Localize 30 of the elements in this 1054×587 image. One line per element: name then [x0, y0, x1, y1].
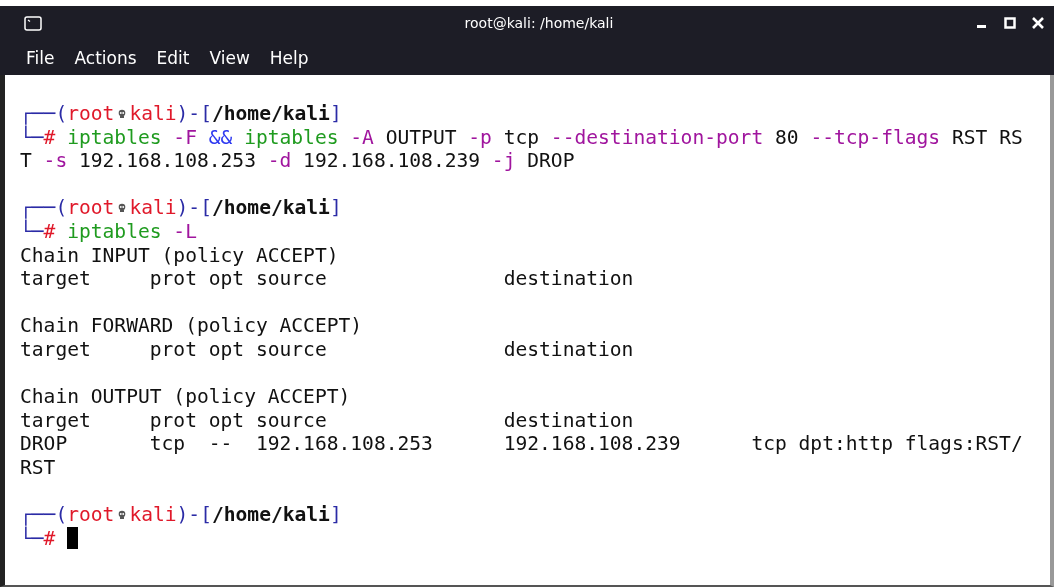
- output-line: Chain FORWARD (policy ACCEPT): [20, 314, 363, 338]
- prompt-location: kali)-[/home/kali]: [129, 102, 342, 126]
- menu-item[interactable]: Actions: [74, 47, 147, 68]
- output-line: target prot opt source destination: [20, 337, 634, 362]
- prompt-user: ┌──(root: [20, 503, 115, 527]
- output-line: DROP tcp -- 192.168.108.253 192.168.108.239 tcp dpt:http flags:RST/: [20, 432, 1023, 456]
- prompt-location: kali)-[/home/kali]: [129, 503, 342, 527]
- terminal-icon: [24, 15, 42, 31]
- skull-icon: [117, 108, 128, 119]
- prompt-location: kali)-[/home/kali]: [129, 196, 342, 220]
- command-line: └─# iptables -F && iptables -A OUTPUT -p tcp --destination-port 80 --tcp-flags RST RS: [20, 125, 1023, 150]
- menu-item[interactable]: Edit: [156, 47, 200, 68]
- prompt-user: ┌──(root: [20, 196, 115, 220]
- output-line: target prot opt source destination: [20, 408, 634, 433]
- menu-item[interactable]: Help: [269, 47, 319, 68]
- menu-item[interactable]: View: [209, 47, 260, 68]
- output-line: RST: [20, 455, 56, 480]
- command-line: └─# iptables -L: [20, 219, 197, 244]
- output-line: Chain OUTPUT (policy ACCEPT): [20, 385, 351, 409]
- output-line: target prot opt source destination: [20, 267, 634, 291]
- maximize-icon[interactable]: [1004, 17, 1016, 29]
- skull-icon: [117, 509, 128, 520]
- prompt-user: ┌──(root: [20, 102, 115, 125]
- command-line: └─#: [20, 526, 57, 551]
- command-line: T -s 192.168.108.253 -d 192.168.108.239 -j DROP: [20, 149, 575, 173]
- close-icon[interactable]: [1032, 17, 1044, 29]
- menu-item[interactable]: File: [26, 47, 65, 68]
- skull-icon: [117, 203, 128, 214]
- output-line: Chain INPUT (policy ACCEPT): [20, 243, 339, 268]
- window-title: root@kali: /home/kali: [463, 15, 615, 31]
